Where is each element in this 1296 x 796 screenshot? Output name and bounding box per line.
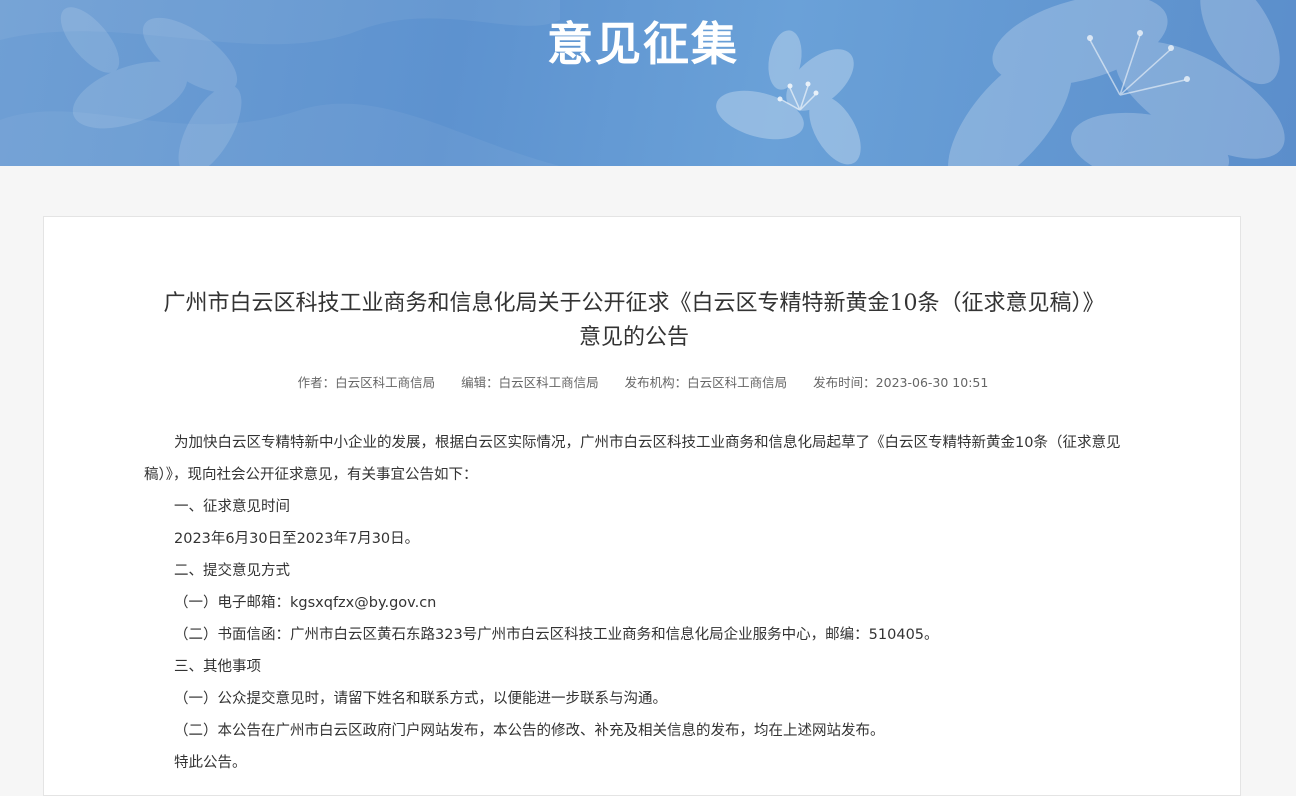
paragraph: 2023年6月30日至2023年7月30日。	[174, 531, 420, 547]
meta-author: 作者：白云区科工商信局	[297, 375, 436, 390]
meta-publisher: 发布机构：白云区科工商信局	[624, 375, 788, 390]
paragraph: （二）本公告在广州市白云区政府门户网站发布，本公告的修改、补充及相关信息的发布，…	[174, 723, 885, 739]
article-title: 广州市白云区科技工业商务和信息化局关于公开征求《白云区专精特新黄金10条（征求意…	[163, 291, 1105, 350]
section-heading: 二、提交意见方式	[174, 563, 290, 579]
email-item: （一）电子邮箱：kgsxqfzx@by.gov.cn	[174, 595, 437, 611]
closing-text: 特此公告。	[174, 755, 247, 771]
section-heading: 三、其他事项	[174, 659, 261, 675]
meta-time: 发布时间：2023-06-30 10:51	[813, 375, 989, 390]
intro-paragraph: 为加快白云区专精特新中小企业的发展，根据白云区实际情况，广州市白云区科技工业商务…	[144, 435, 1121, 483]
meta-editor: 编辑：白云区科工商信局	[461, 375, 599, 390]
letter-item: （二）书面信函：广州市白云区黄石东路323号广州市白云区科技工业商务和信息化局企…	[174, 627, 939, 643]
banner-title: 意见征集	[547, 17, 739, 71]
article-body: 为加快白云区专精特新中小企业的发展，根据白云区实际情况，广州市白云区科技工业商务…	[144, 427, 1144, 779]
paragraph: （一）公众提交意见时，请留下姓名和联系方式，以便能进一步联系与沟通。	[174, 691, 667, 707]
article-card: 广州市白云区科技工业商务和信息化局关于公开征求《白云区专精特新黄金10条（征求意…	[43, 216, 1241, 796]
section-heading: 一、征求意见时间	[174, 499, 290, 515]
article-meta: 作者：白云区科工商信局 编辑：白云区科工商信局 发布机构：白云区科工商信局 发布…	[44, 373, 1242, 393]
header-banner: 意见征集	[0, 0, 1296, 166]
